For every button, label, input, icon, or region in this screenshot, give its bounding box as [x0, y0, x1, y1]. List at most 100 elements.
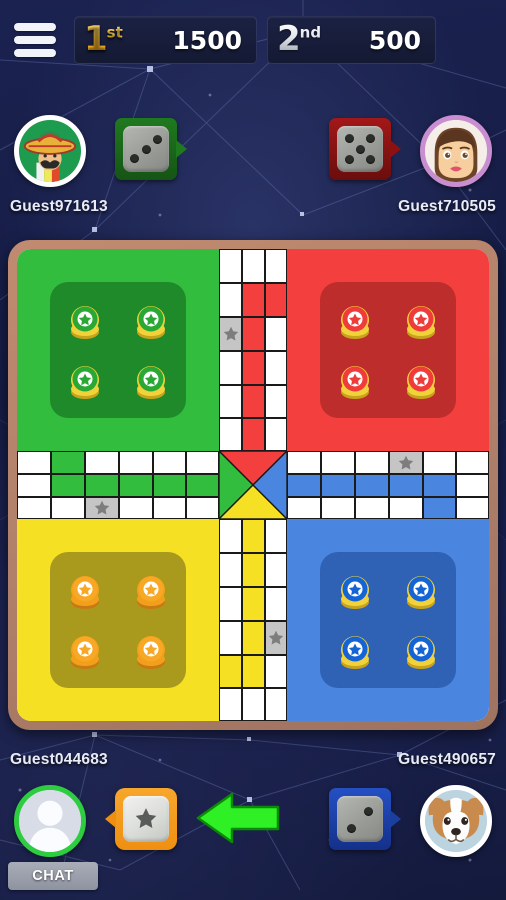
- token-red-4[interactable]: [404, 364, 438, 400]
- path-cell[interactable]: [153, 497, 186, 519]
- token-red-2[interactable]: [404, 304, 438, 340]
- path-cell[interactable]: [219, 621, 242, 655]
- red-home-path-cell[interactable]: [242, 317, 265, 351]
- yellow-home-path-cell[interactable]: [242, 553, 265, 587]
- path-cell[interactable]: [265, 553, 287, 587]
- path-cell[interactable]: [287, 497, 321, 519]
- blue-home-path-cell[interactable]: [355, 474, 389, 497]
- red-home-path-cell[interactable]: [242, 385, 265, 418]
- yellow-home-path-cell[interactable]: [242, 621, 265, 655]
- path-cell[interactable]: [321, 497, 355, 519]
- green-home-path-cell[interactable]: [85, 474, 119, 497]
- path-cell[interactable]: [119, 497, 153, 519]
- path-cell[interactable]: [389, 497, 423, 519]
- chat-button[interactable]: CHAT: [8, 862, 98, 890]
- path-cell[interactable]: [186, 451, 219, 474]
- path-cell[interactable]: [265, 317, 287, 351]
- path-cell[interactable]: [17, 451, 51, 474]
- red-home-path-cell[interactable]: [242, 283, 265, 317]
- path-cell[interactable]: [219, 688, 242, 721]
- token-blue-4[interactable]: [404, 634, 438, 670]
- token-yellow-3[interactable]: [68, 634, 102, 670]
- path-cell[interactable]: [265, 655, 287, 688]
- path-cell[interactable]: [355, 497, 389, 519]
- blue-home-path-cell[interactable]: [423, 474, 456, 497]
- green-home-path-cell[interactable]: [119, 474, 153, 497]
- token-blue-2[interactable]: [404, 574, 438, 610]
- green-home-path-cell[interactable]: [153, 474, 186, 497]
- token-red-1[interactable]: [338, 304, 372, 340]
- path-cell[interactable]: [456, 474, 489, 497]
- token-green-1[interactable]: [68, 304, 102, 340]
- yellow-home-path-cell[interactable]: [242, 655, 265, 688]
- path-cell[interactable]: [186, 497, 219, 519]
- token-yellow-2[interactable]: [134, 574, 168, 610]
- avatar-dog-icon[interactable]: [420, 785, 492, 857]
- path-cell[interactable]: [265, 418, 287, 451]
- token-green-2[interactable]: [134, 304, 168, 340]
- safe-star-cell-top[interactable]: [219, 317, 242, 351]
- avatar-woman-icon[interactable]: [420, 115, 492, 187]
- token-yellow-4[interactable]: [134, 634, 168, 670]
- avatar-mexican-man-icon[interactable]: [14, 115, 86, 187]
- path-cell[interactable]: [17, 497, 51, 519]
- path-cell[interactable]: [265, 587, 287, 621]
- token-blue-3[interactable]: [338, 634, 372, 670]
- blue-home-path-cell[interactable]: [321, 474, 355, 497]
- path-cell[interactable]: [219, 553, 242, 587]
- blue-home-path-cell[interactable]: [287, 474, 321, 497]
- path-cell[interactable]: [265, 249, 287, 283]
- path-cell[interactable]: [265, 688, 287, 721]
- path-cell[interactable]: [153, 451, 186, 474]
- path-cell[interactable]: [219, 351, 242, 385]
- path-cell[interactable]: [456, 451, 489, 474]
- path-cell[interactable]: [119, 451, 153, 474]
- path-cell[interactable]: [219, 283, 242, 317]
- path-cell[interactable]: [219, 519, 242, 553]
- player-name-top-left: Guest971613: [10, 198, 108, 215]
- path-cell[interactable]: [85, 451, 119, 474]
- red-home-path-cell[interactable]: [242, 351, 265, 385]
- green-start-cell[interactable]: [51, 451, 85, 474]
- path-cell[interactable]: [321, 451, 355, 474]
- yellow-home-path-cell[interactable]: [219, 655, 242, 688]
- yellow-home-path-cell[interactable]: [242, 587, 265, 621]
- path-cell[interactable]: [219, 249, 242, 283]
- player-name-bottom-right: Guest490657: [398, 751, 496, 768]
- green-home-path-cell[interactable]: [51, 474, 85, 497]
- avatar-default-person-icon[interactable]: [14, 785, 86, 857]
- token-green-4[interactable]: [134, 364, 168, 400]
- path-cell[interactable]: [265, 385, 287, 418]
- score-first-place: 1st 1500: [74, 16, 257, 64]
- path-cell[interactable]: [51, 497, 85, 519]
- red-home-path-cell[interactable]: [242, 418, 265, 451]
- token-green-3[interactable]: [68, 364, 102, 400]
- yellow-home-path-cell[interactable]: [242, 519, 265, 553]
- path-cell[interactable]: [355, 451, 389, 474]
- path-cell[interactable]: [219, 418, 242, 451]
- safe-star-cell-right[interactable]: [389, 451, 423, 474]
- green-home-path-cell[interactable]: [186, 474, 219, 497]
- path-cell[interactable]: [17, 474, 51, 497]
- token-red-3[interactable]: [338, 364, 372, 400]
- path-cell[interactable]: [242, 249, 265, 283]
- safe-star-cell-bottom[interactable]: [265, 621, 287, 655]
- token-yellow-1[interactable]: [68, 574, 102, 610]
- path-cell[interactable]: [287, 451, 321, 474]
- path-cell[interactable]: [219, 385, 242, 418]
- path-cell[interactable]: [456, 497, 489, 519]
- hamburger-menu-icon[interactable]: [14, 23, 56, 57]
- ludo-board[interactable]: [8, 240, 498, 730]
- path-cell[interactable]: [265, 519, 287, 553]
- red-home-path-cell[interactable]: [265, 283, 287, 317]
- blue-home-path-cell[interactable]: [389, 474, 423, 497]
- blue-start-cell[interactable]: [423, 497, 456, 519]
- path-cell[interactable]: [423, 451, 456, 474]
- path-cell[interactable]: [265, 351, 287, 385]
- safe-star-cell-left[interactable]: [85, 497, 119, 519]
- roll-dice-button[interactable]: [105, 788, 177, 850]
- path-cell[interactable]: [242, 688, 265, 721]
- path-cell[interactable]: [219, 587, 242, 621]
- token-blue-1[interactable]: [338, 574, 372, 610]
- green-home-quadrant: [17, 249, 219, 451]
